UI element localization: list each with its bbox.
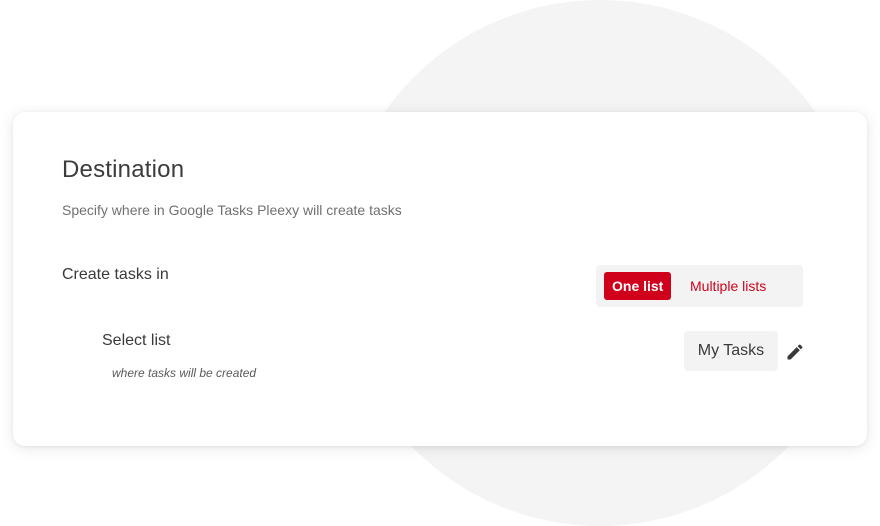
screen: Destination Specify where in Google Task… [0,0,880,526]
one-list-button[interactable]: One list [604,272,672,300]
multiple-lists-button[interactable]: Multiple lists [686,272,770,300]
select-list-sublabel: where tasks will be created [112,366,257,380]
card-title: Destination [62,156,185,183]
card-subtitle: Specify where in Google Tasks Pleexy wil… [62,202,402,218]
selected-list-chip[interactable]: My Tasks [684,331,778,371]
create-tasks-toggle: One list Multiple lists [596,265,803,307]
destination-card: Destination Specify where in Google Task… [13,112,867,446]
pencil-icon[interactable] [785,342,805,362]
select-list-label: Select list [102,332,171,349]
create-tasks-label: Create tasks in [62,266,169,283]
